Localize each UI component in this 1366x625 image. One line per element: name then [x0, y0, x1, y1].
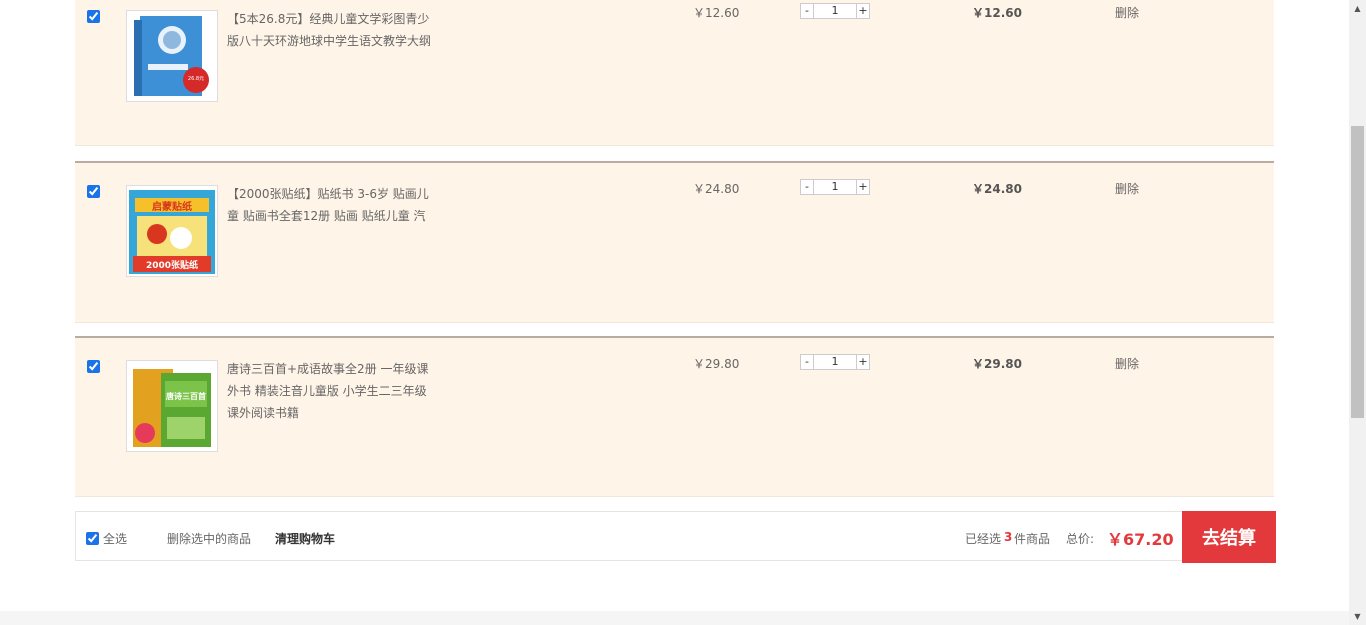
item-subtotal: ￥29.80 — [972, 357, 1022, 371]
delete-link[interactable]: 删除 — [1115, 4, 1139, 21]
scroll-up-arrow-icon[interactable]: ▲ — [1349, 0, 1366, 17]
delete-link[interactable]: 删除 — [1115, 180, 1139, 197]
selected-count: 3 — [1004, 530, 1013, 544]
cover-title-text: 启蒙贴纸 — [152, 200, 192, 213]
page-bottom-band — [0, 611, 1350, 625]
product-image[interactable]: 启蒙贴纸 2000张贴纸 — [126, 185, 218, 277]
quantity-stepper: - 1 + — [800, 3, 870, 19]
selected-prefix: 已经选 — [965, 532, 1002, 546]
cart-footer: 全选 删除选中的商品 清理购物车 已经选 3 件商品 总价: ￥67.20 去结… — [75, 511, 1276, 563]
select-all-checkbox[interactable] — [86, 532, 99, 545]
product-title[interactable]: 【2000张贴纸】贴纸书 3-6岁 贴画儿童 贴画书全套12册 贴画 贴纸儿童 … — [227, 183, 437, 227]
product-title[interactable]: 唐诗三百首+成语故事全2册 一年级课外书 精装注音儿童版 小学生二三年级课外阅读… — [227, 358, 437, 424]
cart-item: 启蒙贴纸 2000张贴纸 【2000张贴纸】贴纸书 3-6岁 贴画儿童 贴画书全… — [75, 161, 1274, 323]
clear-cart-link[interactable]: 清理购物车 — [275, 530, 335, 547]
checkout-button[interactable]: 去结算 — [1182, 511, 1276, 563]
qty-plus-button[interactable]: + — [856, 179, 870, 195]
qty-input[interactable]: 1 — [814, 179, 856, 195]
qty-input[interactable]: 1 — [814, 3, 856, 19]
scroll-down-arrow-icon[interactable]: ▼ — [1349, 608, 1366, 625]
scrollbar-thumb[interactable] — [1351, 126, 1364, 418]
quantity-stepper: - 1 + — [800, 179, 870, 195]
unit-price: ￥12.60 — [693, 6, 740, 20]
delete-selected-link[interactable]: 删除选中的商品 — [167, 530, 251, 547]
qty-plus-button[interactable]: + — [856, 354, 870, 370]
quantity-stepper: - 1 + — [800, 354, 870, 370]
qty-minus-button[interactable]: - — [800, 3, 814, 19]
book-cover-icon: 唐诗三百首 — [133, 369, 211, 447]
product-title[interactable]: 【5本26.8元】经典儿童文学彩图青少版八十天环游地球中学生语文教学大纲 — [227, 8, 437, 52]
qty-minus-button[interactable]: - — [800, 179, 814, 195]
item-checkbox[interactable] — [87, 10, 100, 23]
qty-plus-button[interactable]: + — [856, 3, 870, 19]
book-cover-icon: 26.8元 — [134, 16, 209, 96]
total-label: 总价: — [1066, 532, 1095, 546]
select-all-label[interactable]: 全选 — [103, 530, 127, 547]
unit-price: ￥29.80 — [693, 357, 740, 371]
cart-item: 唐诗三百首 唐诗三百首+成语故事全2册 一年级课外书 精装注音儿童版 小学生二三… — [75, 336, 1274, 497]
qty-minus-button[interactable]: - — [800, 354, 814, 370]
vertical-scrollbar[interactable]: ▲ ▼ — [1349, 0, 1366, 625]
product-image[interactable]: 26.8元 — [126, 10, 218, 102]
cart-item: 26.8元 【5本26.8元】经典儿童文学彩图青少版八十天环游地球中学生语文教学… — [75, 0, 1274, 146]
selected-suffix: 件商品 — [1014, 532, 1051, 546]
qty-input[interactable]: 1 — [814, 354, 856, 370]
cover-title-text: 唐诗三百首 — [166, 391, 206, 401]
unit-price: ￥24.80 — [693, 182, 740, 196]
cover-badge-text: 2000张贴纸 — [146, 259, 198, 271]
item-subtotal: ￥12.60 — [972, 6, 1022, 20]
item-subtotal: ￥24.80 — [972, 182, 1022, 196]
item-checkbox[interactable] — [87, 360, 100, 373]
item-checkbox[interactable] — [87, 185, 100, 198]
cover-badge-text: 26.8元 — [188, 76, 204, 82]
delete-link[interactable]: 删除 — [1115, 355, 1139, 372]
total-price: ￥67.20 — [1107, 530, 1174, 549]
product-image[interactable]: 唐诗三百首 — [126, 360, 218, 452]
book-cover-icon: 启蒙贴纸 2000张贴纸 — [129, 190, 215, 274]
